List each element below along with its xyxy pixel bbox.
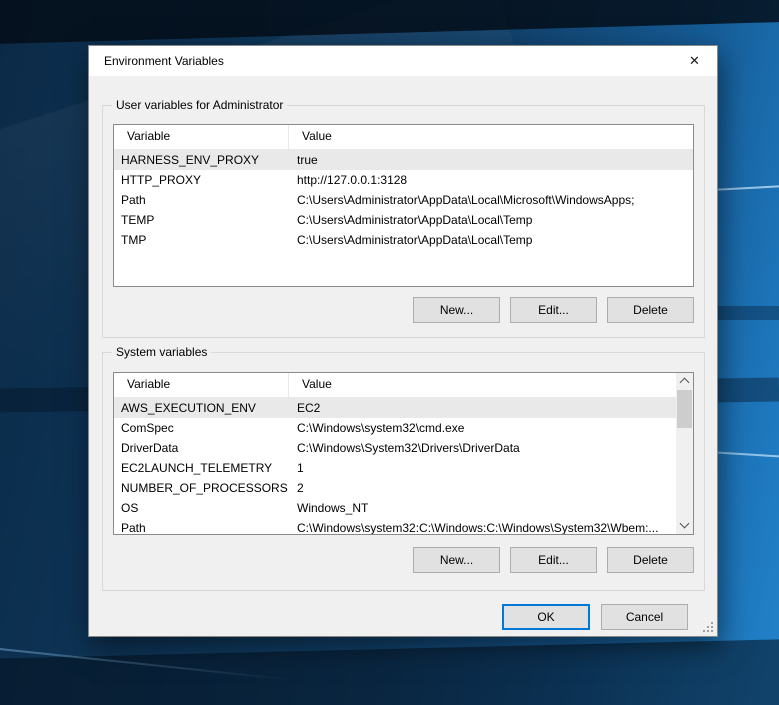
user-header-variable[interactable]: Variable [114, 125, 289, 149]
row-value: C:\Users\Administrator\AppData\Local\Tem… [289, 230, 693, 250]
table-row[interactable]: TEMP C:\Users\Administrator\AppData\Loca… [114, 210, 693, 230]
title-bar[interactable]: Environment Variables ✕ [89, 46, 717, 76]
system-header-variable[interactable]: Variable [114, 373, 289, 397]
system-variables-list-content: Variable Value AWS_EXECUTION_ENV EC2 Com… [114, 373, 676, 534]
table-row[interactable]: ComSpec C:\Windows\system32\cmd.exe [114, 418, 676, 438]
user-variables-list-content: Variable Value HARNESS_ENV_PROXY true HT… [114, 125, 693, 286]
row-variable: HTTP_PROXY [114, 170, 289, 190]
wallpaper-beam [0, 645, 295, 681]
wallpaper-beam [0, 0, 779, 44]
row-value: C:\Windows\System32\Drivers\DriverData [289, 438, 676, 458]
row-value: http://127.0.0.1:3128 [289, 170, 693, 190]
user-variables-list[interactable]: Variable Value HARNESS_ENV_PROXY true HT… [113, 124, 694, 287]
row-value: C:\Users\Administrator\AppData\Local\Mic… [289, 190, 693, 210]
row-value: Windows_NT [289, 498, 676, 518]
system-delete-button[interactable]: Delete [607, 547, 694, 573]
row-value: C:\Windows\system32:C:\Windows:C:\Window… [289, 518, 676, 535]
table-row[interactable]: HARNESS_ENV_PROXY true [114, 150, 693, 170]
user-new-button[interactable]: New... [413, 297, 500, 323]
dialog-title: Environment Variables [104, 46, 224, 76]
row-variable: TMP [114, 230, 289, 250]
system-variables-list[interactable]: Variable Value AWS_EXECUTION_ENV EC2 Com… [113, 372, 694, 535]
table-row[interactable]: Path C:\Windows\system32:C:\Windows:C:\W… [114, 518, 676, 535]
system-edit-button[interactable]: Edit... [510, 547, 597, 573]
cancel-button[interactable]: Cancel [601, 604, 688, 630]
row-variable: AWS_EXECUTION_ENV [114, 398, 289, 418]
row-value: true [289, 150, 693, 170]
table-row[interactable]: OS Windows_NT [114, 498, 676, 518]
user-list-header: Variable Value [114, 125, 693, 150]
row-variable: Path [114, 190, 289, 210]
table-row[interactable]: DriverData C:\Windows\System32\Drivers\D… [114, 438, 676, 458]
ok-button[interactable]: OK [502, 604, 590, 630]
row-value: 1 [289, 458, 676, 478]
scrollbar-thumb[interactable] [677, 390, 692, 428]
user-edit-button[interactable]: Edit... [510, 297, 597, 323]
table-row[interactable]: AWS_EXECUTION_ENV EC2 [114, 398, 676, 418]
table-row[interactable]: Path C:\Users\Administrator\AppData\Loca… [114, 190, 693, 210]
row-value: C:\Windows\system32\cmd.exe [289, 418, 676, 438]
user-header-value[interactable]: Value [289, 125, 693, 149]
row-value: C:\Users\Administrator\AppData\Local\Tem… [289, 210, 693, 230]
environment-variables-dialog: Environment Variables ✕ User variables f… [88, 45, 718, 637]
system-list-header: Variable Value [114, 373, 676, 398]
table-row[interactable]: EC2LAUNCH_TELEMETRY 1 [114, 458, 676, 478]
chevron-down-icon [680, 519, 690, 529]
table-row[interactable]: NUMBER_OF_PROCESSORS 2 [114, 478, 676, 498]
row-variable: ComSpec [114, 418, 289, 438]
table-row[interactable]: HTTP_PROXY http://127.0.0.1:3128 [114, 170, 693, 190]
user-variables-group-label: User variables for Administrator [112, 98, 287, 112]
desktop-wallpaper: Environment Variables ✕ User variables f… [0, 0, 779, 705]
resize-grip-icon[interactable] [711, 630, 713, 632]
row-variable: HARNESS_ENV_PROXY [114, 150, 289, 170]
row-variable: NUMBER_OF_PROCESSORS [114, 478, 289, 498]
system-list-scrollbar[interactable] [676, 373, 693, 534]
row-variable: EC2LAUNCH_TELEMETRY [114, 458, 289, 478]
wallpaper-beam [0, 637, 779, 705]
scroll-down-icon[interactable] [676, 517, 693, 534]
close-icon[interactable]: ✕ [672, 46, 717, 75]
chevron-up-icon [680, 378, 690, 388]
system-variables-group-label: System variables [112, 345, 211, 359]
user-delete-button[interactable]: Delete [607, 297, 694, 323]
row-variable: Path [114, 518, 289, 535]
system-header-value[interactable]: Value [289, 373, 676, 397]
row-variable: OS [114, 498, 289, 518]
row-variable: TEMP [114, 210, 289, 230]
row-variable: DriverData [114, 438, 289, 458]
system-new-button[interactable]: New... [413, 547, 500, 573]
table-row[interactable]: TMP C:\Users\Administrator\AppData\Local… [114, 230, 693, 250]
row-value: EC2 [289, 398, 676, 418]
row-value: 2 [289, 478, 676, 498]
scroll-up-icon[interactable] [676, 373, 693, 390]
